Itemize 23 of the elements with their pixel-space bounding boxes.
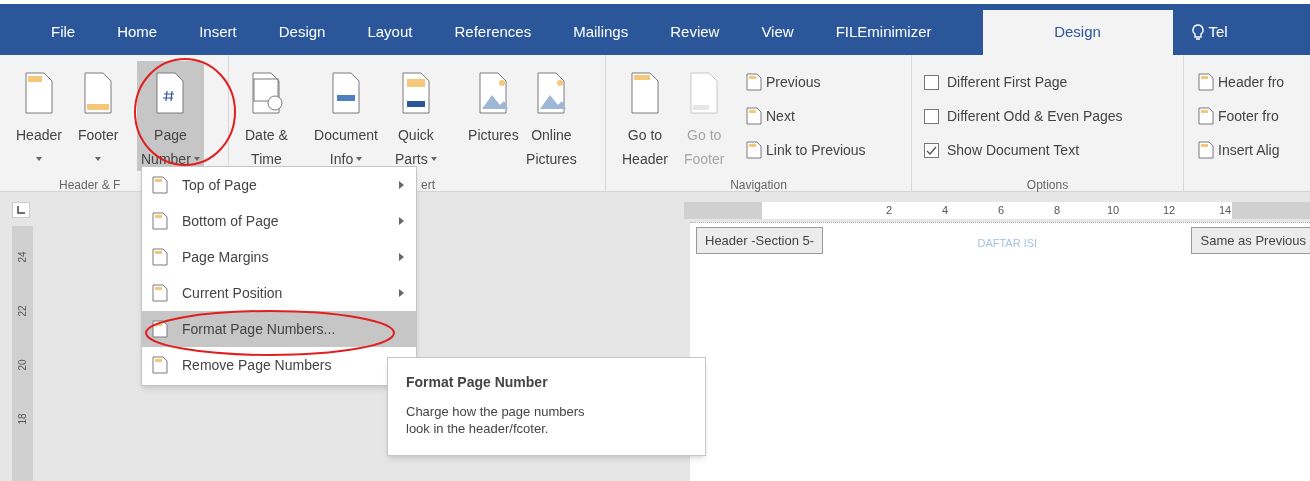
- ruler-number: 22: [15, 305, 29, 317]
- checkbox-label: Different Odd & Even Pages: [947, 106, 1123, 126]
- group-label: Navigation: [730, 178, 787, 192]
- ruler-number: 6: [996, 203, 1006, 219]
- checkbox-label: Different First Page: [947, 72, 1068, 92]
- ruler-number: 14: [1218, 203, 1232, 219]
- group-label: ert: [421, 178, 435, 192]
- tooltip-description: Charge how the page numbers look in the header/fcoter.: [406, 403, 586, 437]
- header-heading: DAFTAR ISI: [977, 236, 1038, 251]
- ruler-number: 18: [15, 413, 29, 425]
- ruler-number: 12: [1162, 203, 1176, 219]
- ruler-number: 2: [884, 203, 894, 219]
- header-tag: Header -Section 5-: [696, 227, 824, 254]
- tooltip-title: Format Page Number: [406, 373, 549, 392]
- checkbox-label: Show Document Text: [947, 140, 1080, 160]
- ruler-number: 10: [1106, 203, 1120, 219]
- ruler-number: 24: [15, 251, 29, 263]
- group-label: Options: [1026, 178, 1069, 192]
- ruler-number: 8: [1052, 203, 1062, 219]
- ruler-number: 4: [940, 203, 950, 219]
- group-label: Header & F: [59, 178, 121, 192]
- ruler-number: 20: [15, 359, 29, 371]
- same-as-previous-tag: Same as Previous: [1191, 227, 1310, 254]
